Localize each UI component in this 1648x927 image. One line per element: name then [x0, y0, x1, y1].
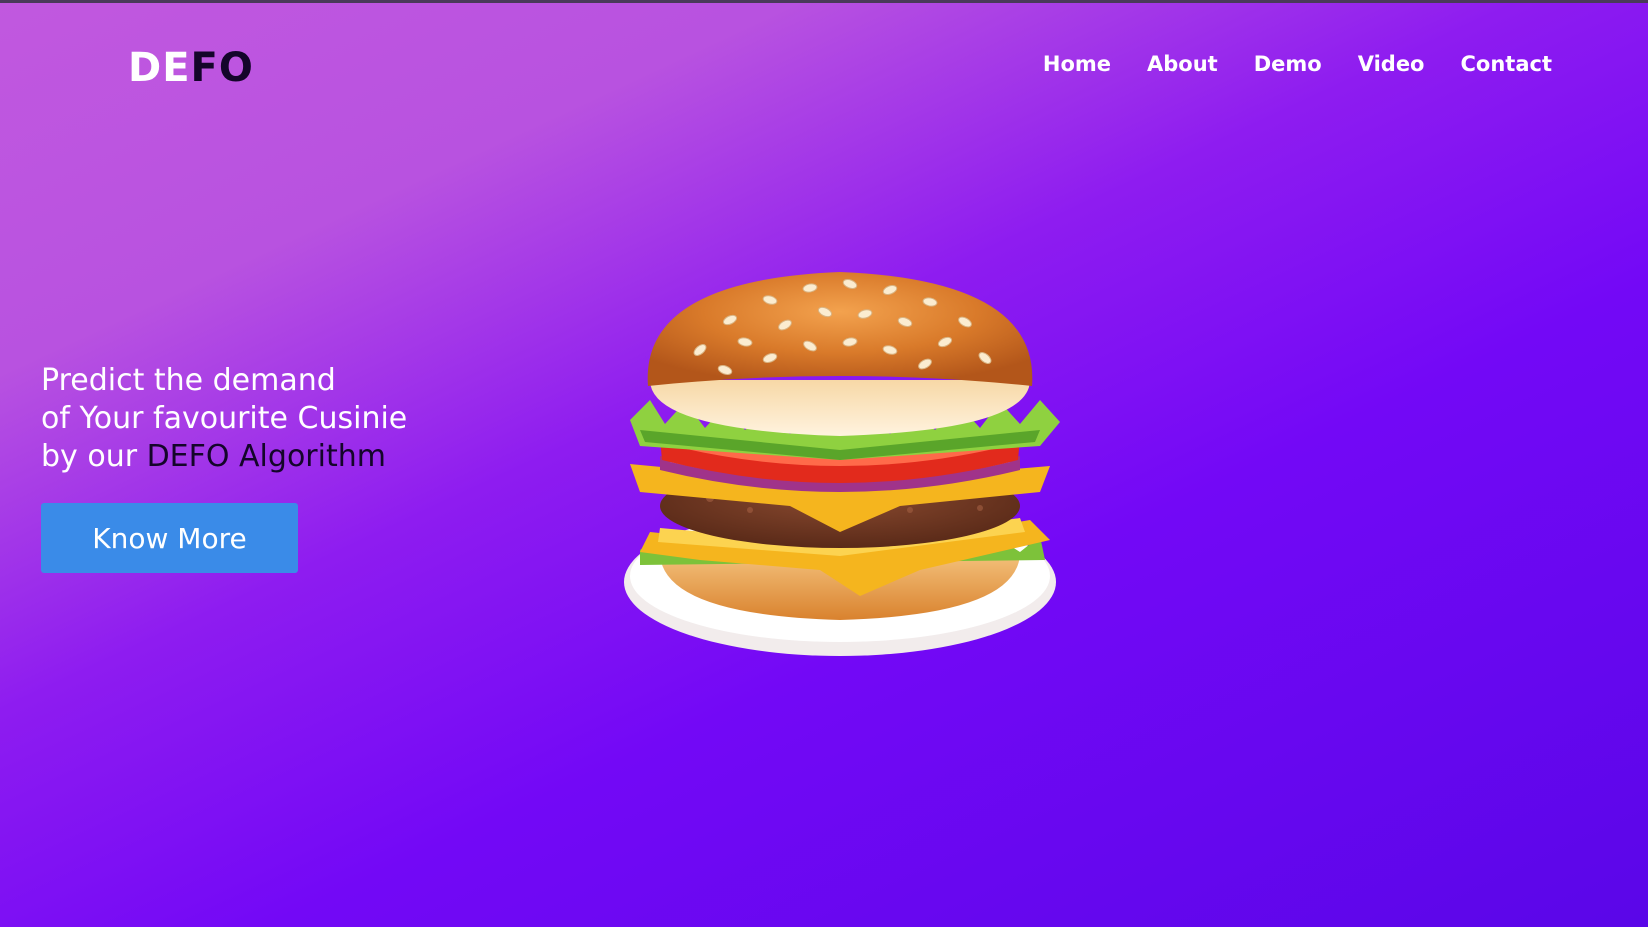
nav-about[interactable]: About	[1147, 52, 1218, 76]
logo-part-fo: FO	[190, 45, 254, 91]
hero-accent-text: DEFO Algorithm	[146, 439, 386, 474]
nav-contact[interactable]: Contact	[1461, 52, 1553, 76]
main-nav: Home About Demo Video Contact	[1043, 52, 1552, 76]
logo[interactable]: DEFO	[128, 42, 254, 94]
hero-headline: Predict the demand of Your favourite Cus…	[41, 362, 407, 476]
nav-home[interactable]: Home	[1043, 52, 1111, 76]
know-more-button[interactable]: Know More	[41, 503, 298, 573]
burger-icon	[624, 272, 1060, 656]
hero-line-1: Predict the demand	[41, 363, 336, 398]
top-border	[0, 0, 1648, 3]
hero-line-3-prefix: by our	[41, 439, 147, 474]
nav-video[interactable]: Video	[1358, 52, 1425, 76]
hero-line-3: by our DEFO Algorithm	[41, 438, 407, 476]
logo-part-de: DE	[128, 45, 191, 91]
hero-line-2: of Your favourite Cusinie	[41, 401, 408, 436]
nav-demo[interactable]: Demo	[1254, 52, 1322, 76]
landing-page: DEFO Home About Demo Video Contact Predi…	[0, 0, 1648, 927]
